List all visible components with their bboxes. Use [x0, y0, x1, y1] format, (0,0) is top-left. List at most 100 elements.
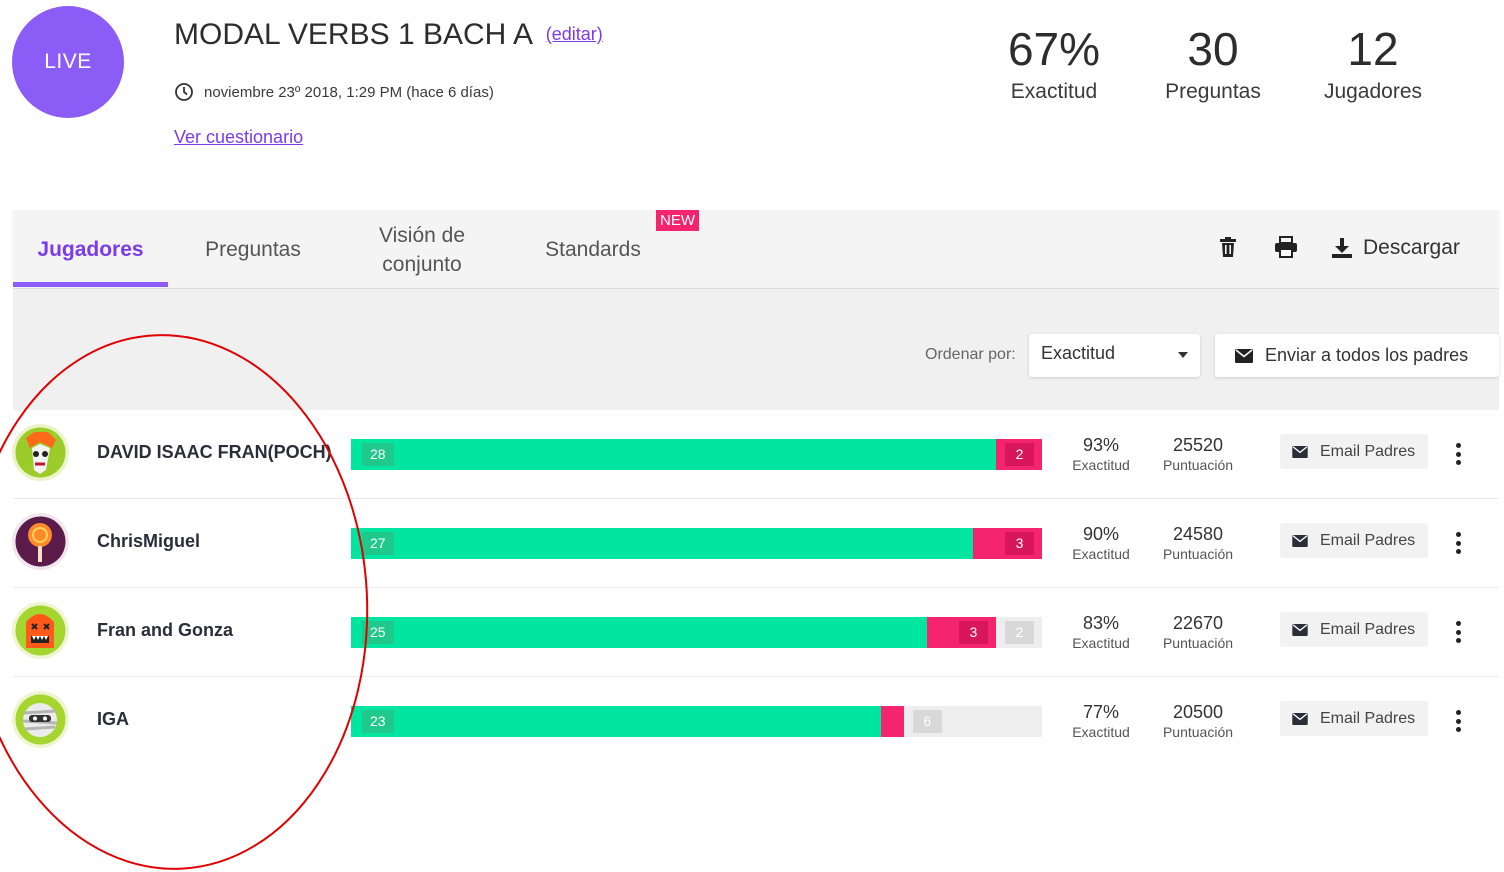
email-parents-button[interactable]: Email Padres — [1280, 434, 1428, 469]
correct-segment: 27 — [351, 528, 973, 559]
correct-segment-count: 28 — [362, 443, 394, 466]
correct-segment: 23 — [351, 706, 881, 737]
tab-overview[interactable]: Visión de conjunto — [357, 210, 487, 289]
tab-standards[interactable]: Standards — [528, 210, 658, 289]
accuracy-label: Exactitud — [1072, 457, 1130, 473]
envelope-icon — [1292, 534, 1308, 547]
skipped-segment: 6 — [903, 706, 1042, 737]
player-score: 24580 Puntuación — [1155, 523, 1241, 562]
view-quiz-link[interactable]: Ver cuestionario — [174, 127, 303, 148]
envelope-icon — [1235, 348, 1253, 363]
new-badge: NEW — [656, 210, 699, 231]
kebab-menu-icon[interactable] — [1450, 618, 1466, 646]
download-label: Descargar — [1363, 236, 1460, 259]
send-all-parents-button[interactable]: Enviar a todos los padres — [1215, 334, 1499, 377]
correct-segment-count: 23 — [362, 710, 394, 733]
tab-players[interactable]: Jugadores — [13, 210, 168, 289]
stat-questions-label: Preguntas — [1165, 80, 1261, 103]
live-label: LIVE — [44, 50, 92, 73]
incorrect-segment-count: 3 — [1004, 532, 1034, 555]
player-score: 22670 Puntuación — [1155, 612, 1241, 651]
score-label: Puntuación — [1162, 724, 1234, 740]
score-label: Puntuación — [1162, 635, 1234, 651]
kebab-menu-icon[interactable] — [1450, 529, 1466, 557]
correct-segment: 28 — [351, 439, 996, 470]
player-row[interactable]: IGA 23 6 77% Exactitud 20500 Puntuación E… — [0, 677, 1504, 766]
envelope-icon — [1292, 712, 1308, 725]
tab-questions[interactable]: Preguntas — [183, 210, 323, 289]
delete-button[interactable] — [1218, 236, 1238, 258]
stat-players-value: 12 — [1347, 23, 1399, 75]
player-accuracy: 77% Exactitud — [1066, 701, 1136, 740]
live-badge: LIVE — [12, 6, 124, 118]
player-name[interactable]: IGA — [97, 709, 129, 730]
trash-icon — [1220, 237, 1236, 257]
score-value: 24580 — [1172, 524, 1224, 544]
player-row[interactable]: Fran and Gonza 25 3 2 83% Exactitud 22670 … — [0, 588, 1504, 677]
avatar — [12, 602, 69, 659]
accuracy-label: Exactitud — [1072, 546, 1130, 562]
correct-segment: 25 — [351, 617, 927, 648]
email-parents-button[interactable]: Email Padres — [1280, 523, 1428, 558]
incorrect-segment-count: 2 — [1004, 443, 1034, 466]
score-label: Puntuación — [1162, 457, 1234, 473]
answer-bar: 28 2 — [351, 439, 1042, 470]
sort-selected-value: Exactitud — [1041, 343, 1116, 363]
envelope-icon — [1292, 623, 1308, 636]
player-score: 20500 Puntuación — [1155, 701, 1241, 740]
accuracy-value: 83% — [1082, 613, 1120, 633]
stat-questions: 30 Preguntas — [1133, 22, 1293, 104]
player-name[interactable]: ChrisMiguel — [97, 531, 200, 552]
player-accuracy: 90% Exactitud — [1066, 523, 1136, 562]
quiz-date: noviembre 23º 2018, 1:29 PM (hace 6 días… — [174, 82, 494, 102]
edit-link[interactable]: (editar) — [546, 24, 603, 44]
stat-questions-value: 30 — [1187, 23, 1239, 75]
answer-bar: 25 3 2 — [351, 617, 1042, 648]
player-row[interactable]: ChrisMiguel 27 3 90% Exactitud 24580 Punt… — [0, 499, 1504, 588]
email-parents-button[interactable]: Email Padres — [1280, 612, 1428, 647]
player-accuracy: 83% Exactitud — [1066, 612, 1136, 651]
sort-select[interactable]: Exactitud — [1029, 334, 1200, 377]
sort-toolbar: Ordenar por: Exactitud Enviar a todos lo… — [13, 290, 1499, 410]
accuracy-value: 90% — [1082, 524, 1120, 544]
tabs-bar: Jugadores Preguntas Visión de conjunto S… — [13, 210, 1499, 289]
stat-players-label: Jugadores — [1323, 80, 1423, 103]
incorrect-segment-count: 3 — [958, 621, 988, 644]
kebab-menu-icon[interactable] — [1450, 440, 1466, 468]
email-parents-label: Email Padres — [1320, 531, 1416, 549]
download-button[interactable]: Descargar — [1331, 236, 1460, 260]
email-parents-label: Email Padres — [1320, 709, 1416, 727]
incorrect-segment: 3 — [926, 617, 996, 648]
accuracy-label: Exactitud — [1072, 724, 1130, 740]
printer-icon — [1275, 236, 1297, 258]
correct-segment-count: 27 — [362, 532, 394, 555]
chevron-down-icon — [1178, 352, 1188, 358]
stat-accuracy: 67% Exactitud — [974, 22, 1134, 104]
quiz-title-text: MODAL VERBS 1 BACH A — [174, 18, 532, 51]
answer-bar: 27 3 — [351, 528, 1042, 559]
send-all-label: Enviar a todos los padres — [1265, 345, 1469, 365]
score-label: Puntuación — [1162, 546, 1234, 562]
score-value: 20500 — [1172, 702, 1224, 722]
avatar — [12, 424, 69, 481]
active-tab-indicator — [13, 282, 168, 287]
player-row[interactable]: DAVID ISAAC FRAN(POCH) 28 2 93% Exactitud… — [0, 410, 1504, 499]
accuracy-value: 93% — [1082, 435, 1120, 455]
correct-segment-count: 25 — [362, 621, 394, 644]
envelope-icon — [1292, 445, 1308, 458]
email-parents-button[interactable]: Email Padres — [1280, 701, 1428, 736]
kebab-menu-icon[interactable] — [1450, 707, 1466, 735]
email-parents-label: Email Padres — [1320, 620, 1416, 638]
avatar — [12, 691, 69, 748]
print-button[interactable] — [1274, 236, 1298, 258]
skipped-segment: 2 — [995, 617, 1042, 648]
player-name[interactable]: DAVID ISAAC FRAN(POCH) — [97, 442, 332, 463]
stat-accuracy-value: 67% — [1007, 23, 1101, 75]
player-accuracy: 93% Exactitud — [1066, 434, 1136, 473]
avatar — [12, 513, 69, 570]
download-icon — [1332, 238, 1352, 258]
player-score: 25520 Puntuación — [1155, 434, 1241, 473]
score-value: 25520 — [1172, 435, 1224, 455]
stat-accuracy-label: Exactitud — [1010, 80, 1098, 103]
player-name[interactable]: Fran and Gonza — [97, 620, 233, 641]
